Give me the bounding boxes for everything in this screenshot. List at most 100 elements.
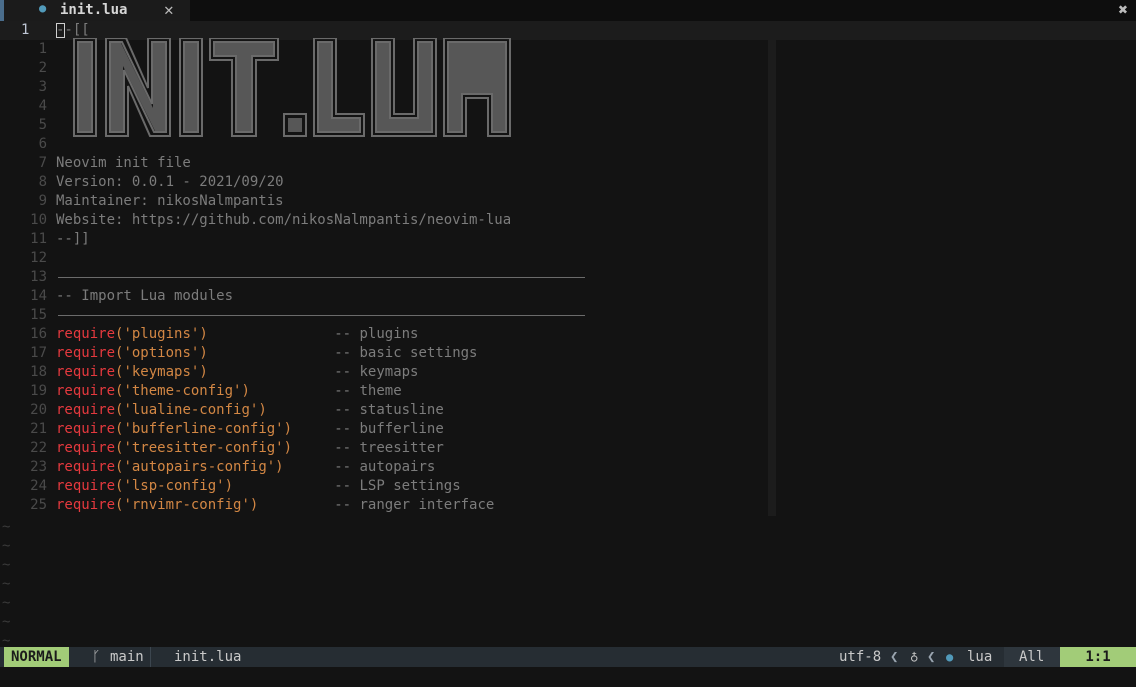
line-number: 10 <box>30 212 47 228</box>
module-comment: -- bufferline <box>334 421 444 437</box>
paren-close: ) <box>241 383 250 399</box>
line-number: 24 <box>30 478 47 494</box>
line-number: 18 <box>30 364 47 380</box>
require-keyword: require <box>56 326 116 342</box>
line-number: 12 <box>30 250 47 266</box>
line-number: 11 <box>30 231 47 247</box>
padding <box>250 383 334 399</box>
line-text: --]] <box>56 231 90 247</box>
line-number: 13 <box>30 269 47 285</box>
require-keyword: require <box>56 440 116 456</box>
git-branch-icon: ᚴ <box>92 649 101 665</box>
line-number: 17 <box>30 345 47 361</box>
padding <box>284 459 335 475</box>
module-comment: -- ranger interface <box>334 497 495 513</box>
editor-pane[interactable]: 1 --[[ 1 2 3 4 5 6 7 Neovim init file 8 Version: … <box>0 21 1136 649</box>
separator-rule <box>58 315 585 316</box>
close-window-icon[interactable]: ✖ <box>1118 0 1128 19</box>
module-name: 'options' <box>123 345 200 361</box>
padding <box>233 478 334 494</box>
chevron-left-icon: ❮ <box>890 649 899 665</box>
paren-close: ) <box>283 421 293 437</box>
paren-close: ) <box>258 402 267 418</box>
require-keyword: require <box>56 383 116 399</box>
line-number: 1 <box>38 41 47 57</box>
padding <box>208 364 334 380</box>
lua-file-icon: ● <box>946 650 954 664</box>
line-number: 3 <box>38 79 47 95</box>
module-comment: -- statusline <box>334 402 444 418</box>
command-line[interactable] <box>0 667 1136 687</box>
paren-close: ) <box>275 459 284 475</box>
module-name: 'bufferline-config' <box>123 421 284 437</box>
statusline-divider <box>150 647 151 667</box>
line-number: 25 <box>30 497 47 513</box>
git-branch: main <box>110 649 144 665</box>
paren-close: ) <box>224 478 234 494</box>
padding <box>208 326 334 342</box>
module-name: 'keymaps' <box>123 364 200 380</box>
padding <box>292 440 334 456</box>
statusline: NORMAL ᚴ main init.lua utf-8 ❮ ♁ ❮ ● lua… <box>0 647 1136 667</box>
tilde-marker: ~ <box>2 576 11 592</box>
padding <box>292 421 334 437</box>
line-text: -- Import Lua modules <box>56 288 234 304</box>
module-comment: -- LSP settings <box>334 478 461 494</box>
line-number: 7 <box>38 155 47 171</box>
module-name: 'rnvimr-config' <box>123 497 250 513</box>
paren-close: ) <box>283 440 293 456</box>
statusline-filename: init.lua <box>174 649 242 665</box>
tilde-marker: ~ <box>2 538 11 554</box>
line-number: 4 <box>38 98 47 114</box>
tilde-marker: ~ <box>2 595 11 611</box>
cursor-position: 1:1 <box>1060 647 1136 667</box>
tilde-marker: ~ <box>2 614 11 630</box>
module-name: 'treesitter-config' <box>123 440 284 456</box>
require-keyword: require <box>56 478 116 494</box>
padding <box>258 497 334 513</box>
file-encoding: utf-8 <box>839 649 882 665</box>
require-keyword: require <box>56 459 116 475</box>
paren-close: ) <box>199 345 208 361</box>
module-comment: -- treesitter <box>334 440 444 456</box>
ascii-banner-init-lua <box>73 38 511 137</box>
mode-indicator: NORMAL <box>4 647 69 667</box>
line-number: 20 <box>30 402 47 418</box>
line-number: 5 <box>38 117 47 133</box>
buffer-tab-init-lua[interactable]: ● init.lua ✕ <box>0 0 190 21</box>
require-keyword: require <box>56 364 116 380</box>
module-comment: -- theme <box>334 383 402 399</box>
line-text: Maintainer: nikosNalmpantis <box>56 193 284 209</box>
require-keyword: require <box>56 402 116 418</box>
require-keyword: require <box>56 497 116 513</box>
module-name: 'autopairs-config' <box>123 459 276 475</box>
line-number: 2 <box>38 60 47 76</box>
padding <box>208 345 334 361</box>
padding <box>267 402 334 418</box>
close-tab-icon[interactable]: ✕ <box>164 0 174 19</box>
chevron-left-icon: ❮ <box>927 649 936 665</box>
tab-label: init.lua <box>60 2 128 18</box>
line-number: 9 <box>38 193 47 209</box>
tabline: ● init.lua ✕ ✖ <box>0 0 1136 21</box>
current-line-number: 1 <box>21 22 30 38</box>
line-text: Website: https://github.com/nikosNalmpan… <box>56 212 512 228</box>
module-comment: -- autopairs <box>334 459 436 475</box>
line-number: 14 <box>30 288 47 304</box>
paren-close: ) <box>199 364 208 380</box>
text-cursor <box>56 23 65 38</box>
scroll-percent: All <box>1019 649 1045 665</box>
indent-guide <box>768 40 776 516</box>
file-type: lua <box>967 649 993 665</box>
line-text: Neovim init file <box>56 155 191 171</box>
line-text: Version: 0.0.1 - 2021/09/20 <box>56 174 284 190</box>
module-name: 'theme-config' <box>123 383 242 399</box>
module-name: 'lsp-config' <box>123 478 225 494</box>
line-number: 16 <box>30 326 47 342</box>
line-number: 6 <box>38 136 47 152</box>
module-name: 'plugins' <box>123 326 200 342</box>
tilde-marker: ~ <box>2 557 11 573</box>
line-number: 19 <box>30 383 47 399</box>
linux-tux-icon: ♁ <box>910 649 919 665</box>
module-name: 'lualine-config' <box>123 402 259 418</box>
